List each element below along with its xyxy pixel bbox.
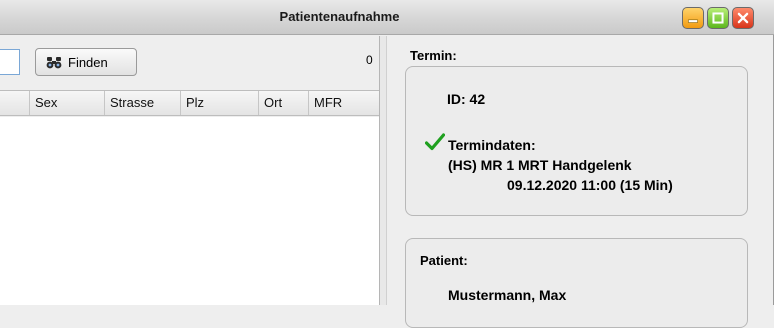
maximize-icon <box>712 12 724 24</box>
maximize-button[interactable] <box>707 7 729 29</box>
details-panel: Termin: ID: 42 Termindaten: (HS) MR 1 MR… <box>388 36 773 328</box>
termin-exam: (HS) MR 1 MRT Handgelenk <box>448 157 632 173</box>
panel-splitter[interactable] <box>379 36 387 305</box>
search-input[interactable] <box>0 49 20 75</box>
termin-datetime: 09.12.2020 11:00 (15 Min) <box>507 177 673 193</box>
patient-name: Mustermann, Max <box>448 287 567 303</box>
close-button[interactable] <box>732 7 754 29</box>
column-header-ort[interactable]: Ort <box>259 91 309 115</box>
window-title: Patientenaufnahme <box>279 9 400 24</box>
binoculars-icon <box>46 56 62 68</box>
termin-card: ID: 42 Termindaten: (HS) MR 1 MRT Handge… <box>405 66 748 216</box>
result-count: 0 <box>366 53 373 67</box>
title-bar[interactable]: Patientenaufnahme <box>0 0 774 35</box>
find-button[interactable]: Finden <box>35 48 137 76</box>
results-table[interactable] <box>0 117 379 305</box>
checkmark-icon <box>425 133 445 151</box>
patient-card: Patient: Mustermann, Max <box>405 238 748 328</box>
column-header-partial[interactable] <box>0 91 30 115</box>
find-button-label: Finden <box>68 54 108 70</box>
termin-id: ID: 42 <box>447 91 486 107</box>
column-header-plz[interactable]: Plz <box>181 91 259 115</box>
column-header-strasse[interactable]: Strasse <box>105 91 181 115</box>
search-panel: Finden 0 Sex Strasse Plz Ort MFR <box>0 36 379 305</box>
minimize-icon <box>688 19 698 23</box>
close-icon <box>737 12 749 24</box>
column-header-sex[interactable]: Sex <box>30 91 105 115</box>
termin-dates-label: Termindaten: <box>448 137 536 153</box>
table-header: Sex Strasse Plz Ort MFR <box>0 90 379 116</box>
column-header-mfr[interactable]: MFR <box>309 91 379 115</box>
patient-admission-window: Patientenaufnahme Finden 0 Sex Strasse P… <box>0 0 774 328</box>
minimize-button[interactable] <box>682 7 704 29</box>
termin-label: Termin: <box>410 48 457 63</box>
patient-label: Patient: <box>420 253 468 268</box>
